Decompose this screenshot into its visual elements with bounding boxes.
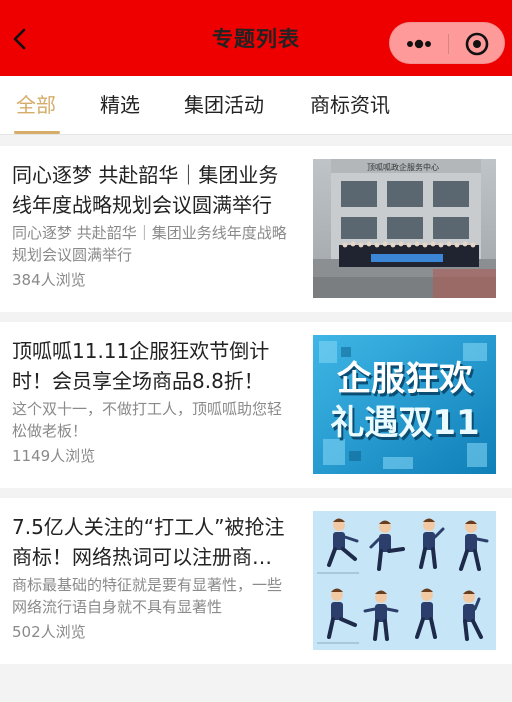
navigation-bar: 专题列表 [0, 0, 512, 76]
thumbnail-headline-2: 礼遇双11 [330, 403, 479, 443]
article-summary: 这个双十一，不做打工人，顶呱呱助您轻松做老板！ [12, 400, 283, 440]
tab-group-events[interactable]: 集团活动 [184, 76, 264, 134]
thumbnail-signboard-text: 顶呱呱政企服务中心 [367, 162, 439, 172]
category-tabs: 全部 精选 集团活动 商标资讯 [0, 76, 512, 135]
article-thumbnail-promo[interactable]: 企服狂欢 企服狂欢 礼遇双11 礼遇双11 [313, 335, 496, 474]
article-title: 7.5亿人关注的“打工人”被抢注商标！网络热词可以注册商标吗？ [12, 515, 285, 569]
target-close-icon [465, 32, 489, 56]
close-mini-program-button[interactable] [448, 23, 506, 65]
mini-program-capsule [389, 22, 505, 64]
article-card[interactable]: 7.5亿人关注的“打工人”被抢注商标！网络热词可以注册商标吗？ 商标最基础的特征… [0, 498, 512, 664]
tab-all[interactable]: 全部 [16, 76, 56, 134]
article-title: 顶呱呱11.11企服狂欢节倒计时！会员享全场商品8.8折！ [12, 339, 270, 393]
tab-trademark-news[interactable]: 商标资讯 [310, 76, 390, 134]
more-button[interactable] [390, 23, 448, 65]
article-card[interactable]: 顶呱呱11.11企服狂欢节倒计时！会员享全场商品8.8折！ 这个双十一，不做打工… [0, 322, 512, 488]
article-title: 同心逐梦 共赴韶华｜集团业务线年度战略规划会议圆满举行 [12, 163, 279, 217]
article-summary: 商标最基础的特征就是要有显著性，一些网络流行语自身就不具有显著性 [12, 576, 283, 616]
article-view-count: 1149人浏览 [12, 447, 96, 465]
back-button[interactable] [8, 26, 32, 52]
article-summary: 同心逐梦 共赴韶华｜集团业务线年度战略规划会议圆满举行 [12, 224, 287, 264]
active-tab-indicator [14, 131, 60, 134]
article-view-count: 502人浏览 [12, 623, 86, 641]
more-dots-icon [407, 39, 431, 49]
article-thumbnail-cartoon[interactable] [313, 511, 496, 650]
tab-featured[interactable]: 精选 [100, 76, 140, 134]
article-thumbnail-group-photo[interactable]: 顶呱呱政企服务中心 [313, 159, 496, 298]
chevron-left-icon [13, 28, 26, 50]
article-view-count: 384人浏览 [12, 271, 86, 289]
thumbnail-headline-1: 企服狂欢 [337, 359, 473, 399]
article-card[interactable]: 同心逐梦 共赴韶华｜集团业务线年度战略规划会议圆满举行 同心逐梦 共赴韶华｜集团… [0, 146, 512, 312]
